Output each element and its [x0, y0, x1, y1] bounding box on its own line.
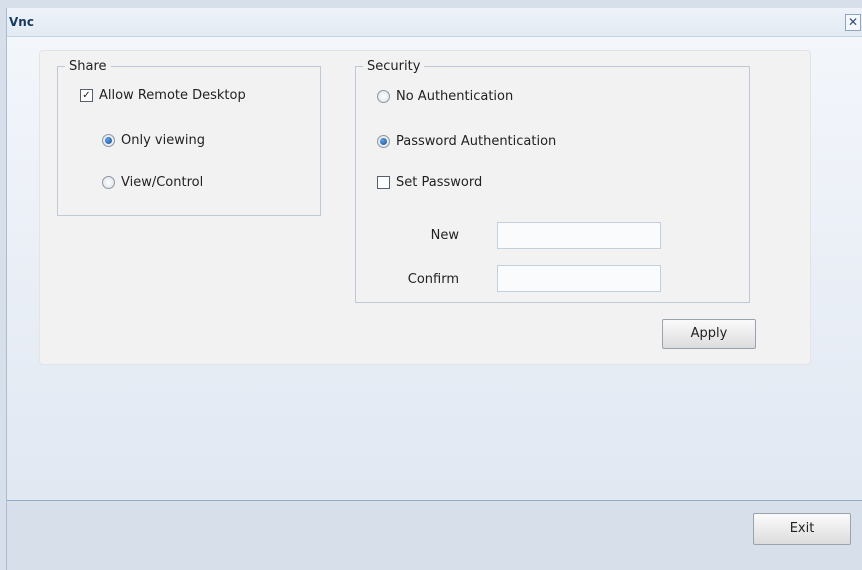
security-legend: Security: [367, 59, 421, 74]
title-bar: Vnc ✕: [7, 8, 862, 37]
only-viewing-label: Only viewing: [121, 133, 205, 148]
window-title: Vnc: [9, 15, 34, 29]
apply-button[interactable]: Apply: [662, 319, 756, 349]
view-control-radio[interactable]: View/Control: [102, 175, 203, 190]
vnc-dialog: Vnc ✕ Share ✓ Allow Remote Desktop Only …: [6, 8, 862, 570]
password-authentication-radio[interactable]: Password Authentication: [377, 134, 556, 149]
allow-remote-desktop-label: Allow Remote Desktop: [99, 88, 246, 103]
confirm-password-input[interactable]: [497, 265, 661, 292]
share-legend: Share: [69, 59, 107, 74]
password-authentication-label: Password Authentication: [396, 134, 557, 149]
allow-remote-desktop-checkbox[interactable]: ✓ Allow Remote Desktop: [80, 88, 246, 103]
close-icon: ✕: [847, 15, 859, 29]
checkbox-icon: [377, 176, 390, 189]
exit-button[interactable]: Exit: [753, 513, 851, 545]
new-password-input[interactable]: [497, 222, 661, 249]
content-area: Share ✓ Allow Remote Desktop Only viewin…: [7, 37, 862, 501]
no-authentication-label: No Authentication: [396, 89, 514, 104]
radio-unselected-icon: [102, 176, 115, 189]
new-password-label: New: [430, 228, 459, 243]
no-authentication-radio[interactable]: No Authentication: [377, 89, 513, 104]
set-password-label: Set Password: [396, 175, 483, 190]
radio-selected-icon: [377, 135, 390, 148]
check-icon: ✓: [80, 89, 93, 102]
radio-unselected-icon: [377, 90, 390, 103]
confirm-password-label: Confirm: [407, 272, 459, 287]
radio-selected-icon: [102, 134, 115, 147]
settings-panel: Share ✓ Allow Remote Desktop Only viewin…: [39, 50, 811, 365]
set-password-checkbox[interactable]: Set Password: [377, 175, 482, 190]
close-button[interactable]: ✕: [845, 14, 861, 31]
view-control-label: View/Control: [121, 175, 204, 190]
only-viewing-radio[interactable]: Only viewing: [102, 133, 205, 148]
